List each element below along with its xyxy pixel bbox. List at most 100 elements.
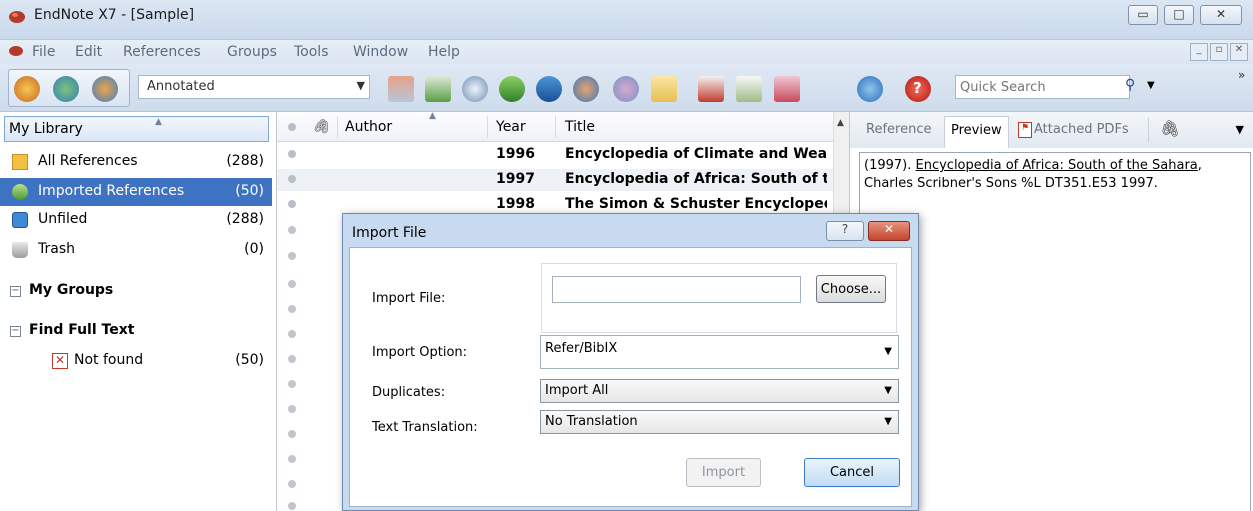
group-trash[interactable]: Trash (0) [0, 236, 272, 264]
trash-icon [12, 242, 28, 258]
pane-menu-icon[interactable]: ▼ [1236, 123, 1244, 136]
duplicates-value: Import All [545, 383, 609, 398]
collapse-icon[interactable]: − [10, 326, 21, 337]
open-file-icon[interactable] [651, 76, 677, 102]
export-icon[interactable] [536, 76, 562, 102]
read-status-icon [288, 355, 296, 363]
read-status-column-icon[interactable] [288, 123, 296, 131]
group-imported-references[interactable]: Imported References (50) [0, 178, 272, 206]
new-reference-icon[interactable] [425, 76, 451, 102]
menu-references[interactable]: References [123, 44, 201, 60]
paperclip-icon[interactable]: 🖇 [1160, 119, 1180, 138]
quick-search-box[interactable] [955, 75, 1130, 99]
collapse-icon[interactable]: − [10, 286, 21, 297]
maximize-icon: □ [1173, 7, 1185, 21]
my-groups-section[interactable]: − My Groups [10, 282, 113, 298]
maximize-button[interactable]: □ [1164, 5, 1194, 25]
mdi-close-button[interactable]: ✕ [1230, 43, 1248, 61]
read-status-icon [288, 430, 296, 438]
group-count: (288) [226, 211, 264, 227]
group-all-references[interactable]: All References (288) [0, 148, 272, 176]
attachment-column-icon[interactable]: 🖇 [312, 119, 330, 135]
local-library-mode-icon[interactable] [14, 76, 40, 102]
menu-bar: File Edit References Groups Tools Window… [0, 40, 1253, 64]
import-button[interactable]: Import [686, 458, 761, 487]
import-option-select[interactable]: Refer/BibIX ▼ [540, 335, 899, 369]
dialog-help-button[interactable]: ? [826, 221, 864, 241]
scroll-up-icon[interactable]: ▲ [837, 118, 844, 128]
sort-caret-icon: ▲ [155, 117, 162, 127]
preview-title: Encyclopedia of Africa: South of the Sah… [915, 158, 1198, 173]
tab-attached-pdfs[interactable]: Attached PDFs [1034, 122, 1129, 137]
read-status-icon [288, 502, 296, 510]
duplicates-select[interactable]: Import All ▼ [540, 379, 899, 403]
group-not-found[interactable]: ✕ Not found (50) [0, 347, 272, 375]
read-status-icon [288, 226, 296, 234]
dialog-close-button[interactable]: ✕ [868, 221, 910, 241]
group-label: Imported References [38, 183, 185, 199]
minimize-button[interactable]: ▭ [1128, 5, 1158, 25]
output-style-select[interactable]: Annotated ▼ [138, 75, 370, 99]
search-options-chevron-icon[interactable]: ▼ [1147, 80, 1155, 91]
close-window-button[interactable]: ✕ [1200, 5, 1242, 25]
row-title: Encyclopedia of Climate and Weath [565, 146, 827, 162]
quick-search-input[interactable] [960, 78, 1080, 96]
output-style-value: Annotated [147, 79, 215, 94]
minimize-icon: ▭ [1137, 7, 1149, 21]
menu-file[interactable]: File [32, 44, 55, 60]
column-title[interactable]: Title [565, 119, 595, 135]
search-icon[interactable]: ⚲ [1125, 77, 1135, 93]
tab-preview[interactable]: Preview [944, 116, 1009, 148]
menu-window[interactable]: Window [353, 44, 408, 60]
menu-tools[interactable]: Tools [294, 44, 329, 60]
menu-edit[interactable]: Edit [75, 44, 102, 60]
help-icon[interactable]: ? [905, 76, 931, 102]
read-status-icon [288, 480, 296, 488]
cancel-button[interactable]: Cancel [804, 458, 900, 487]
copy-to-library-icon[interactable] [388, 76, 414, 102]
endnote-app-icon [9, 11, 25, 23]
chevron-down-icon: ▼ [884, 416, 892, 427]
menu-help[interactable]: Help [428, 44, 460, 60]
choose-button[interactable]: Choose... [816, 275, 886, 303]
column-author[interactable]: Author [345, 119, 392, 135]
my-library-header[interactable]: My Library ▲ [4, 116, 269, 142]
import-option-value: Refer/BibIX [545, 341, 618, 356]
find-full-text-section[interactable]: − Find Full Text [10, 322, 134, 338]
import-option-label: Import Option: [372, 345, 468, 360]
table-row[interactable]: 1997 Encyclopedia of Africa: South of th… [277, 169, 837, 191]
find-full-text-icon[interactable] [573, 76, 599, 102]
read-status-icon [288, 200, 296, 208]
format-bibliography-icon[interactable] [736, 76, 762, 102]
toolbar-overflow-icon[interactable]: » [1238, 68, 1245, 82]
open-link-icon[interactable] [613, 76, 639, 102]
return-to-word-icon[interactable] [774, 76, 800, 102]
insert-citation-icon[interactable] [698, 76, 724, 102]
integrated-library-mode-icon[interactable] [92, 76, 118, 102]
section-label: Find Full Text [29, 322, 135, 338]
read-status-icon [288, 330, 296, 338]
group-label: All References [38, 153, 138, 169]
mdi-restore-button[interactable]: ▫ [1210, 43, 1228, 61]
column-year[interactable]: Year [496, 119, 526, 135]
imported-references-icon [12, 184, 28, 200]
preview-prefix: (1997). [864, 158, 916, 173]
group-count: (288) [226, 153, 264, 169]
text-translation-select[interactable]: No Translation ▼ [540, 410, 899, 434]
import-file-field[interactable] [552, 276, 801, 303]
import-icon[interactable] [499, 76, 525, 102]
endnote-menu-icon[interactable] [8, 44, 24, 58]
online-search-mode-icon[interactable] [53, 76, 79, 102]
read-status-icon [288, 455, 296, 463]
menu-groups[interactable]: Groups [227, 44, 277, 60]
sort-caret-icon: ▲ [429, 111, 436, 121]
sync-icon[interactable] [857, 76, 883, 102]
text-translation-label: Text Translation: [372, 420, 478, 435]
group-unfiled[interactable]: Unfiled (288) [0, 206, 272, 234]
group-count: (50) [235, 352, 264, 368]
online-search-icon[interactable] [462, 76, 488, 102]
mdi-minimize-button[interactable]: _ [1190, 43, 1208, 61]
table-row[interactable]: 1996 Encyclopedia of Climate and Weath [277, 144, 837, 166]
tab-reference[interactable]: Reference [866, 122, 931, 137]
row-year: 1997 [496, 171, 535, 187]
